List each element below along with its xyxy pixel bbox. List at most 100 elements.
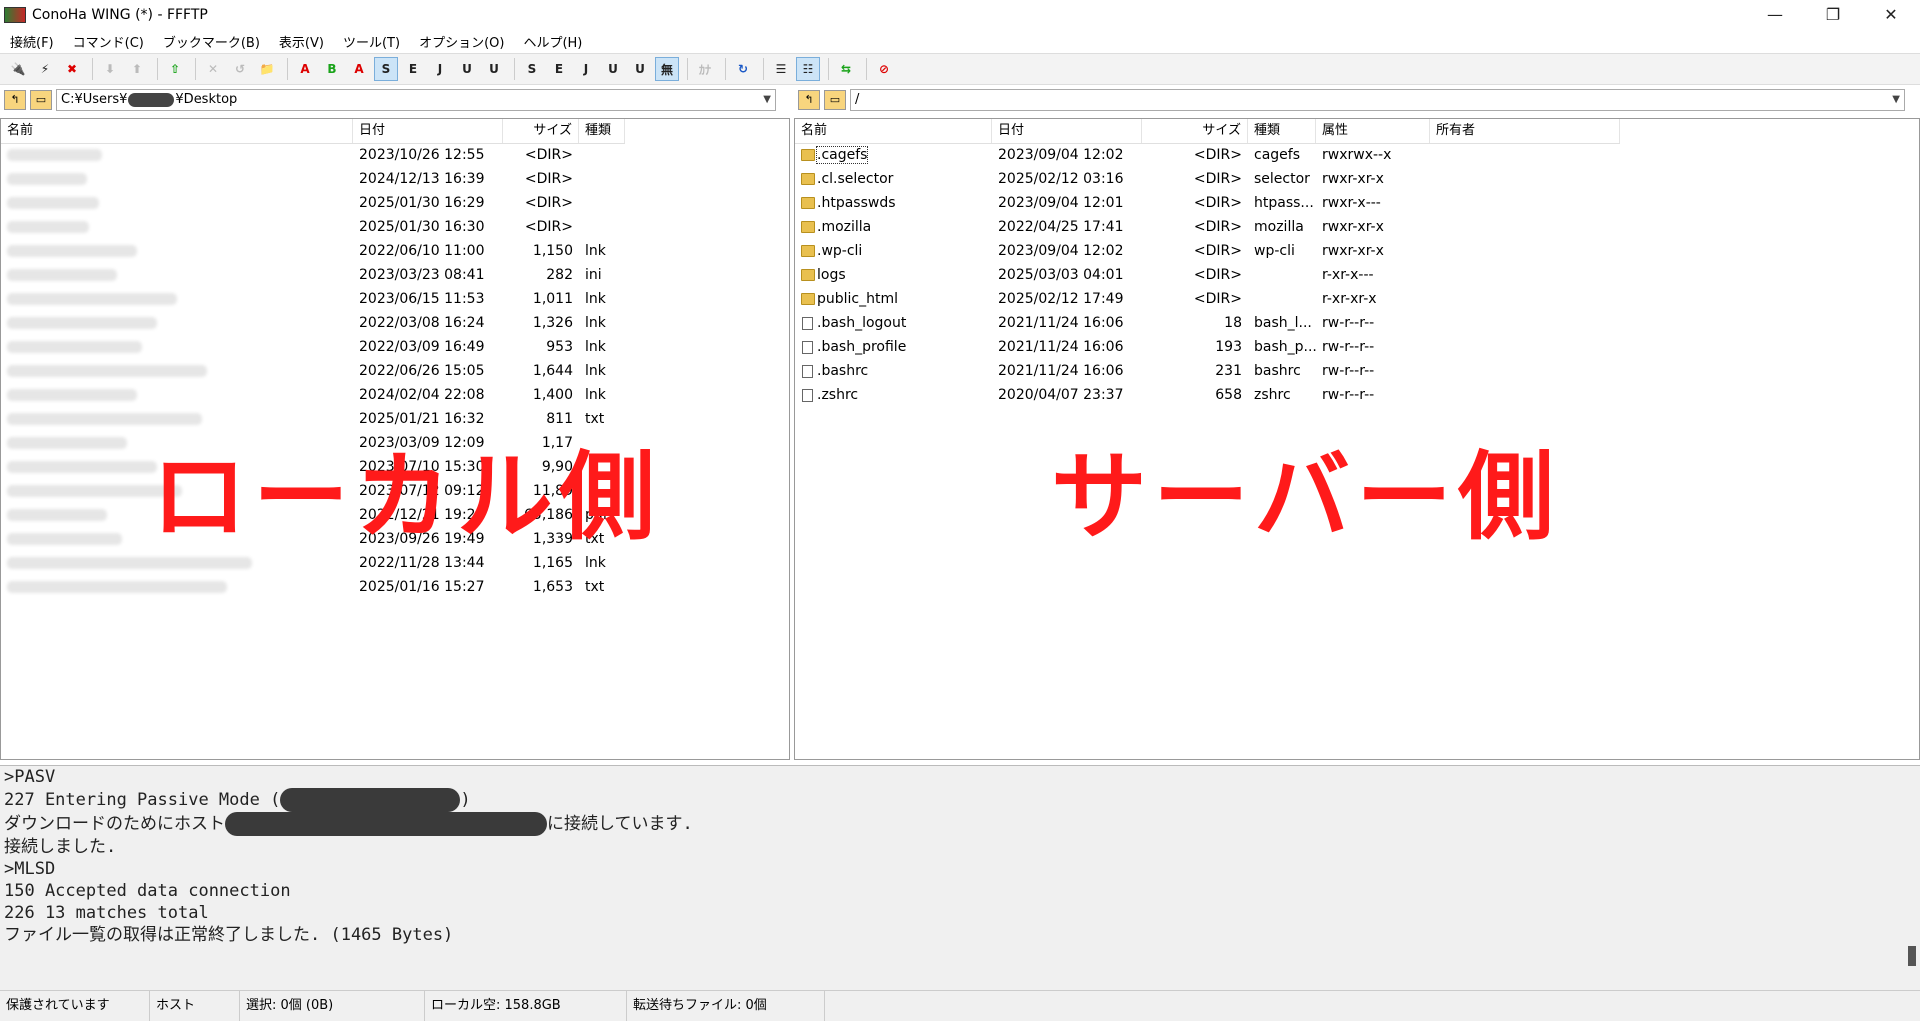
sync-dir-icon[interactable]: ⇆ (834, 57, 858, 81)
remote-file-row[interactable]: .bash_profile 2021/11/24 16:06 193 bash_p..… (795, 335, 1620, 359)
folder-icon (801, 221, 815, 233)
remote-path-value: / (855, 92, 860, 107)
remote-file-row[interactable]: .mozilla 2022/04/25 17:41 <DIR> mozilla rwxr… (795, 215, 1620, 239)
detail-view-icon[interactable]: ☷ (796, 57, 820, 81)
remote-up-folder-icon[interactable]: ↰ (798, 90, 820, 110)
remote-file-size: <DIR> (1193, 267, 1242, 283)
local-file-row[interactable]: 2024/02/04 22:08 1,400 lnk (1, 383, 625, 407)
remote-col-size[interactable]: サイズ (1142, 119, 1248, 143)
auto-mode-icon[interactable]: A (347, 57, 371, 81)
menu-options[interactable]: オプション(O) (409, 32, 513, 51)
remote-file-list[interactable]: 名前 日付 サイズ 種類 属性 所有者 .cagefs 2023/09/04 12… (794, 118, 1920, 760)
remote-col-name[interactable]: 名前 (795, 119, 992, 143)
remote-col-type[interactable]: 種類 (1248, 119, 1316, 143)
local-file-row[interactable]: 2022/06/26 15:05 1,644 lnk (1, 359, 625, 383)
remote-file-row[interactable]: public_html 2025/02/12 17:49 <DIR> r-xr-xr-… (795, 287, 1620, 311)
chevron-down-icon[interactable]: ▼ (1892, 90, 1900, 110)
chevron-down-icon[interactable]: ▼ (763, 90, 771, 110)
mirror-upload-icon[interactable]: ⇧ (163, 57, 187, 81)
maximize-button[interactable]: ❐ (1804, 0, 1862, 29)
list-view-icon[interactable]: ☰ (769, 57, 793, 81)
remote-file-row[interactable]: .cl.selector 2025/02/12 03:16 <DIR> selecto… (795, 167, 1620, 191)
binary-mode-icon[interactable]: B (320, 57, 344, 81)
local-kanji-euc-icon[interactable]: E (547, 57, 571, 81)
close-button[interactable]: ✕ (1862, 0, 1920, 29)
connect-icon[interactable]: 🔌 (6, 57, 30, 81)
host-kanji-sjis-icon[interactable]: S (374, 57, 398, 81)
blurred-file-name (7, 197, 99, 209)
status-queue: 転送待ちファイル: 0個 (627, 991, 825, 1021)
blurred-file-name (7, 557, 252, 569)
local-kanji-sjis-icon[interactable]: S (520, 57, 544, 81)
remote-file-row[interactable]: .wp-cli 2023/09/04 12:02 <DIR> wp-cli rwxr-x… (795, 239, 1620, 263)
minimize-button[interactable]: — (1746, 0, 1804, 29)
local-file-row[interactable]: 2025/01/30 16:30 <DIR> (1, 215, 625, 239)
remote-file-row[interactable]: .cagefs 2023/09/04 12:02 <DIR> cagefs rwxrwx… (795, 143, 1620, 167)
stop-icon[interactable]: ⊘ (872, 57, 896, 81)
host-kanji-utf8-icon[interactable]: U (482, 57, 506, 81)
local-kanji-utf8n-icon[interactable]: U (601, 57, 625, 81)
local-kanji-jis-icon[interactable]: J (574, 57, 598, 81)
log-pane[interactable]: >PASV 227 Entering Passive Mode () ダウンロー… (0, 765, 1920, 991)
kana-conversion-icon[interactable]: ｶﾅ (693, 57, 717, 81)
remote-path-input[interactable]: / ▼ (850, 89, 1905, 111)
remote-file-date: 2023/09/04 12:02 (998, 147, 1124, 163)
menu-tools[interactable]: ツール(T) (333, 32, 409, 51)
upload-icon[interactable]: ⬆ (125, 57, 149, 81)
local-file-row[interactable]: 2022/03/09 16:49 953 lnk (1, 335, 625, 359)
remote-file-row[interactable]: .zshrc 2020/04/07 23:37 658 zshrc rw-r--r-- (795, 383, 1620, 407)
local-file-row[interactable]: 2023/10/26 12:55 <DIR> (1, 143, 625, 167)
file-icon (802, 340, 813, 354)
remote-file-name: .bash_logout (795, 311, 992, 335)
remote-col-attr[interactable]: 属性 (1316, 119, 1430, 143)
remote-open-folder-icon[interactable]: ▭ (824, 90, 846, 110)
remote-file-type: cagefs (1254, 147, 1300, 163)
remote-col-date[interactable]: 日付 (992, 119, 1142, 143)
new-folder-icon[interactable]: 📁 (255, 57, 279, 81)
local-col-date[interactable]: 日付 (353, 119, 503, 143)
remote-file-row[interactable]: .bash_logout 2021/11/24 16:06 18 bash_l... r… (795, 311, 1620, 335)
menu-bookmark[interactable]: ブックマーク(B) (153, 32, 269, 51)
remote-file-row[interactable]: logs 2025/03/03 04:01 <DIR> r-xr-x--- (795, 263, 1620, 287)
local-file-row[interactable]: 2023/06/15 11:53 1,011 lnk (1, 287, 625, 311)
menu-view[interactable]: 表示(V) (269, 32, 333, 51)
rename-icon[interactable]: ↺ (228, 57, 252, 81)
local-col-name[interactable]: 名前 (1, 119, 353, 143)
local-file-row[interactable]: 2022/03/08 16:24 1,326 lnk (1, 311, 625, 335)
host-kanji-euc-icon[interactable]: E (401, 57, 425, 81)
remote-file-attr: rwxr-x--- (1322, 195, 1381, 211)
status-selection: 選択: 0個 (0B) (240, 991, 425, 1021)
remote-file-row[interactable]: .htpasswds 2023/09/04 12:01 <DIR> htpass...… (795, 191, 1620, 215)
remote-file-row[interactable]: .bashrc 2021/11/24 16:06 231 bashrc rw-r--r-… (795, 359, 1620, 383)
no-conversion-icon[interactable]: 無 (655, 57, 679, 81)
menu-command[interactable]: コマンド(C) (63, 32, 153, 51)
local-path-input[interactable]: C:¥Users¥ ¥Desktop ▼ (56, 89, 776, 111)
menu-connection[interactable]: 接続(F) (0, 32, 63, 51)
menu-help[interactable]: ヘルプ(H) (513, 32, 591, 51)
local-file-date: 2022/03/09 16:49 (359, 339, 485, 355)
local-file-row[interactable]: 2025/01/16 15:27 1,653 txt (1, 575, 625, 599)
local-file-list[interactable]: 名前 日付 サイズ 種類 2023/10/26 12:55 <DIR> 2024/1… (0, 118, 790, 760)
remote-col-owner[interactable]: 所有者 (1430, 119, 1620, 143)
local-file-row[interactable]: 2024/12/13 16:39 <DIR> (1, 167, 625, 191)
delete-icon[interactable]: ✕ (201, 57, 225, 81)
local-file-type (579, 191, 625, 215)
local-kanji-utf8-icon[interactable]: U (628, 57, 652, 81)
log-scrollbar-thumb[interactable] (1908, 946, 1916, 966)
local-file-row[interactable]: 2023/03/23 08:41 282 ini (1, 263, 625, 287)
status-host: ホスト (150, 991, 240, 1021)
local-file-row[interactable]: 2025/01/30 16:29 <DIR> (1, 191, 625, 215)
local-file-row[interactable]: 2022/06/10 11:00 1,150 lnk (1, 239, 625, 263)
host-kanji-utf8n-icon[interactable]: U (455, 57, 479, 81)
local-col-size[interactable]: サイズ (503, 119, 579, 143)
quick-connect-icon[interactable]: ⚡ (33, 57, 57, 81)
ascii-mode-icon[interactable]: A (293, 57, 317, 81)
local-up-folder-icon[interactable]: ↰ (4, 90, 26, 110)
refresh-icon[interactable]: ↻ (731, 57, 755, 81)
disconnect-icon[interactable]: ✖ (60, 57, 84, 81)
host-kanji-jis-icon[interactable]: J (428, 57, 452, 81)
local-col-type[interactable]: 種類 (579, 119, 625, 143)
remote-file-size: <DIR> (1193, 147, 1242, 163)
download-icon[interactable]: ⬇ (98, 57, 122, 81)
local-open-folder-icon[interactable]: ▭ (30, 90, 52, 110)
